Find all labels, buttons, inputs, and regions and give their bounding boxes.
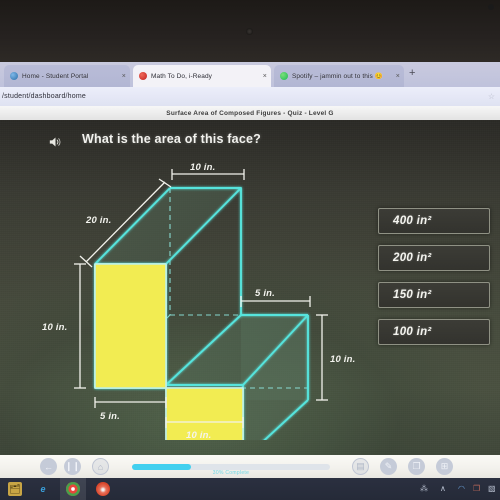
tab-label: Home - Student Portal: [22, 72, 89, 80]
answer-choice-list: 400 in² 200 in² 150 in² 100 in²: [378, 208, 490, 356]
dim-label-right-height: 10 in.: [330, 354, 356, 365]
answer-choice-label: 100 in²: [393, 326, 432, 338]
back-button[interactable]: ←: [40, 458, 57, 475]
progress-label: 30% Complete: [212, 470, 250, 476]
address-bar-url: /student/dashboard/home: [2, 93, 86, 100]
globe-icon: [10, 72, 18, 80]
dim-label-bottom-width: 10 in.: [186, 430, 212, 440]
highlighted-front-face-upper: [94, 263, 167, 389]
edge-browser-icon[interactable]: e: [36, 482, 50, 496]
browser-tab-home-student-portal[interactable]: Home - Student Portal ×: [4, 65, 130, 87]
dim-label-step-width: 5 in.: [255, 288, 275, 299]
audio-speaker-icon[interactable]: [49, 136, 62, 148]
dim-label-top-width: 10 in.: [190, 162, 216, 173]
composed-figure-diagram: 10 in. 20 in. 5 in. 10 in. 10 in. 5 in. …: [42, 162, 356, 440]
bookmark-star-icon[interactable]: ☆: [488, 92, 495, 101]
glossary-icon[interactable]: ▤: [352, 458, 369, 475]
close-icon[interactable]: ×: [122, 73, 126, 80]
screenshot-icon[interactable]: ❐: [473, 484, 480, 493]
answer-choice-100[interactable]: 100 in²: [378, 319, 490, 345]
show-hidden-icons-chevron[interactable]: ∧: [440, 484, 446, 493]
answer-choice-label: 400 in²: [393, 215, 432, 227]
network-share-icon[interactable]: ⁂: [420, 484, 428, 493]
new-tab-button[interactable]: +: [409, 68, 415, 79]
volume-icon[interactable]: ◠: [458, 484, 465, 493]
browser-tab-strip: Home - Student Portal × Math To Do, i-Re…: [0, 62, 500, 87]
store-icon[interactable]: 🗂: [8, 482, 22, 496]
answer-choice-label: 150 in²: [393, 289, 432, 301]
monitor-photo-screen: Home - Student Portal × Math To Do, i-Re…: [0, 0, 500, 500]
calculator-icon[interactable]: ⊞: [436, 458, 453, 475]
action-center-icon[interactable]: ▧: [488, 484, 496, 493]
question-prompt: What is the area of this face?: [82, 132, 261, 146]
tab-label: Math To Do, i-Ready: [151, 72, 213, 80]
dim-label-notch-width: 5 in.: [100, 411, 120, 422]
dim-label-left-height: 10 in.: [42, 322, 68, 333]
lesson-toolbar: ← ❙❙ ⌂ 30% Complete ▤ ✎ ❐ ⊞: [0, 455, 500, 478]
webcam-icon: [246, 28, 253, 35]
chrome-browser-icon[interactable]: ●: [66, 482, 80, 496]
pencil-icon[interactable]: ✎: [380, 458, 397, 475]
header-menu-icon[interactable]: [488, 4, 494, 10]
home-button[interactable]: ⌂: [92, 458, 109, 475]
dim-label-depth: 20 in.: [85, 215, 112, 226]
iready-icon: [139, 72, 147, 80]
firefox-browser-icon[interactable]: ●: [96, 482, 110, 496]
browser-address-bar[interactable]: /student/dashboard/home ☆: [0, 87, 500, 106]
page-title: Surface Area of Composed Figures - Quiz …: [166, 109, 334, 117]
answer-choice-label: 200 in²: [393, 252, 432, 264]
answer-choice-400[interactable]: 400 in²: [378, 208, 490, 234]
close-icon[interactable]: ×: [263, 73, 267, 80]
windows-taskbar: 🗂 e ● ● ⁂ ∧ ◠ ❐ ▧: [0, 478, 500, 500]
answer-choice-200[interactable]: 200 in²: [378, 245, 490, 271]
pause-button[interactable]: ❙❙: [64, 458, 81, 475]
spotify-icon: [280, 72, 288, 80]
answer-choice-150[interactable]: 150 in²: [378, 282, 490, 308]
browser-tab-spotify[interactable]: Spotify – jammin out to this 😊 ×: [274, 65, 404, 87]
lesson-header: Surface Area of Composed Figures - Quiz …: [0, 106, 500, 120]
notepad-icon[interactable]: ❐: [408, 458, 425, 475]
tab-label: Spotify – jammin out to this 😊: [292, 73, 383, 80]
close-icon[interactable]: ×: [396, 73, 400, 80]
browser-tab-math-to-do-iready[interactable]: Math To Do, i-Ready ×: [133, 65, 271, 87]
